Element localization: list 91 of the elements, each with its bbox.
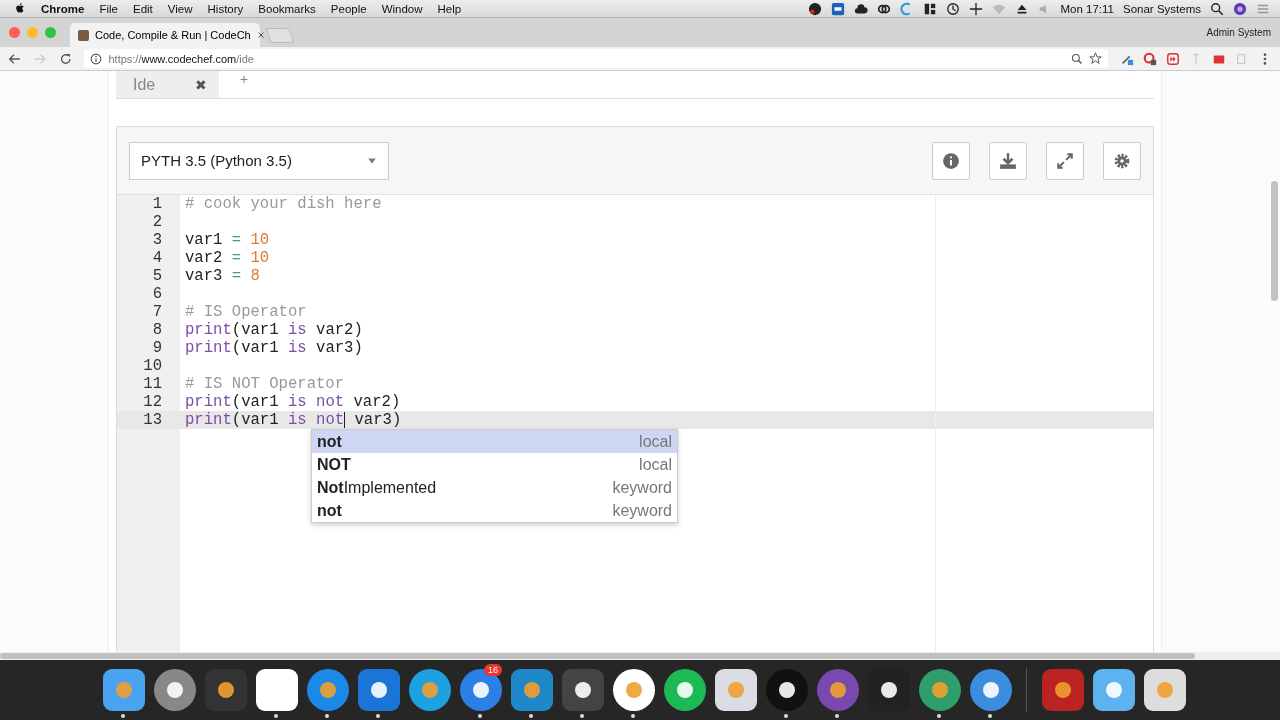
close-icon xyxy=(256,30,265,39)
menu-item[interactable]: View xyxy=(167,2,193,15)
app-icon[interactable] xyxy=(1040,668,1085,712)
status-icon xyxy=(830,1,845,16)
expand-icon xyxy=(1056,151,1074,170)
settings-icon xyxy=(1113,151,1131,170)
app-icon[interactable] xyxy=(305,668,350,712)
siri-icon xyxy=(1233,1,1247,16)
line-number: 12 xyxy=(142,393,162,411)
download-icon xyxy=(999,151,1017,170)
address-bar[interactable]: https://www.codechef.com/ide xyxy=(84,49,1108,68)
suggestion-item[interactable]: not local xyxy=(312,430,677,453)
code-text: var2 = 10 xyxy=(185,249,270,267)
app-icon[interactable] xyxy=(203,668,248,712)
info-icon xyxy=(942,151,960,170)
favicon-icon xyxy=(78,29,89,41)
grid-icon xyxy=(922,1,937,16)
code-text: print(var1 is not var2) xyxy=(185,393,401,411)
suggestion-item[interactable]: NOT local xyxy=(312,453,677,476)
code-text: # cook your dish here xyxy=(185,195,382,213)
profile-name[interactable]: Admin System xyxy=(1206,27,1271,38)
app-icon[interactable] xyxy=(815,668,860,712)
app-icon[interactable] xyxy=(509,668,554,712)
cloud-icon xyxy=(853,1,868,16)
fullscreen-button[interactable] xyxy=(1046,141,1084,180)
menu-item[interactable]: Edit xyxy=(133,2,153,15)
scrollbar[interactable] xyxy=(0,653,1195,659)
app-icon[interactable] xyxy=(968,668,1013,712)
line-number: 10 xyxy=(142,357,162,375)
code-text: var1 = 10 xyxy=(185,231,270,249)
back-icon xyxy=(8,51,22,66)
clock-icon xyxy=(945,1,960,16)
line-number: 3 xyxy=(151,231,162,249)
app-icon[interactable] xyxy=(764,668,809,712)
app-icon[interactable] xyxy=(407,668,452,712)
line-number: 9 xyxy=(151,339,162,357)
editor-tab[interactable]: Ide ✖ xyxy=(116,71,219,98)
star-icon xyxy=(1089,52,1102,65)
search-icon xyxy=(1210,1,1224,16)
code-text: print(var1 is not var3) xyxy=(185,411,402,429)
code-text: print(var1 is var3) xyxy=(185,339,363,357)
app-icon[interactable] xyxy=(101,668,146,712)
suggestion-item[interactable]: NotImplemented keyword xyxy=(312,476,677,499)
app-icon[interactable] xyxy=(1091,668,1136,712)
menu-item[interactable]: Help xyxy=(437,2,462,15)
app-icon[interactable] xyxy=(662,668,707,712)
app-icon[interactable] xyxy=(1142,668,1187,712)
scrollbar[interactable] xyxy=(1271,181,1278,301)
reload-icon xyxy=(58,51,73,66)
line-number: 13 xyxy=(142,411,162,429)
code-text: # IS Operator xyxy=(185,303,307,321)
line-number: 7 xyxy=(151,303,162,321)
line-number: 8 xyxy=(151,321,162,339)
notification-badge: 16 xyxy=(484,664,502,676)
menu-item[interactable]: Window xyxy=(381,2,423,15)
app-icon[interactable] xyxy=(713,668,758,712)
app-icon[interactable] xyxy=(458,668,503,712)
line-number: 1 xyxy=(151,195,162,213)
menu-item[interactable]: History xyxy=(207,2,244,15)
menu-item[interactable]: File xyxy=(99,2,118,15)
line-number: 6 xyxy=(151,285,162,303)
menu-item[interactable]: People xyxy=(330,2,367,15)
code-text: print(var1 is var2) xyxy=(185,321,363,339)
line-number: 5 xyxy=(151,267,162,285)
extension-icon xyxy=(1166,51,1180,66)
app-icon[interactable] xyxy=(560,668,605,712)
clock-text[interactable]: Mon 17:11 xyxy=(1060,2,1114,15)
app-icon[interactable] xyxy=(611,668,656,712)
app-menu[interactable]: Chrome xyxy=(41,2,85,15)
app-icon[interactable] xyxy=(152,668,197,712)
zoom-icon xyxy=(1071,52,1083,65)
line-number: 2 xyxy=(151,213,162,231)
app-icon[interactable] xyxy=(917,668,962,712)
settings-button[interactable] xyxy=(1103,141,1141,180)
line-number: 11 xyxy=(142,375,162,393)
status-icon xyxy=(807,1,822,16)
menu-item[interactable]: Bookmarks xyxy=(258,2,316,15)
code-text: var3 = 8 xyxy=(185,267,260,285)
info-button[interactable] xyxy=(932,141,970,180)
language-select[interactable]: PYTH 3.5 (Python 3.5) xyxy=(129,141,389,180)
extension-icon xyxy=(1143,51,1157,66)
suggestion-item[interactable]: not keyword xyxy=(312,499,677,522)
code-text: # IS NOT Operator xyxy=(185,375,345,393)
user-name[interactable]: Sonar Systems xyxy=(1123,2,1201,15)
info-icon xyxy=(90,52,103,65)
apple-icon xyxy=(14,1,26,14)
line-number: 4 xyxy=(151,249,162,267)
app-icon[interactable] xyxy=(356,668,401,712)
download-button[interactable] xyxy=(989,141,1027,180)
app-icon[interactable] xyxy=(254,668,299,712)
close-icon[interactable]: ✖ xyxy=(195,76,207,93)
